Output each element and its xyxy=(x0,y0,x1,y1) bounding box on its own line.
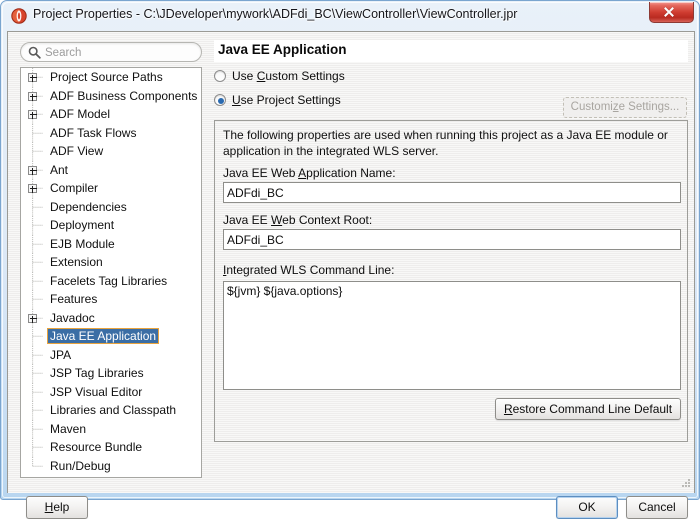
sidebar-item-label: Ant xyxy=(50,162,69,177)
tree-guide-lines xyxy=(32,253,43,272)
sidebar-item-compiler[interactable]: Compiler xyxy=(21,179,201,198)
search-input[interactable] xyxy=(45,44,195,61)
radio-label: Use Project Settings xyxy=(232,93,341,107)
tree-guide-lines xyxy=(32,364,43,383)
sidebar-item-extension[interactable]: Extension xyxy=(21,253,201,272)
sidebar-item-label: ADF Model xyxy=(50,107,111,121)
sidebar-item-resource-bundle[interactable]: Resource Bundle xyxy=(21,438,201,457)
settings-detail-panel: Java EE Application Use Custom Settings … xyxy=(208,40,690,478)
sidebar-item-libraries-and-classpath[interactable]: Libraries and Classpath xyxy=(21,401,201,420)
page-title: Java EE Application xyxy=(218,42,347,57)
sidebar-item-label: ADF Task Flows xyxy=(50,125,137,140)
sidebar-item-label: Dependencies xyxy=(50,199,127,214)
sidebar-item-label: Javadoc xyxy=(50,310,95,325)
sidebar-item-run-debug[interactable]: Run/Debug xyxy=(21,456,201,476)
sidebar-item-adf-model[interactable]: ADF Model xyxy=(21,105,201,124)
sidebar-item-label: Resource Bundle xyxy=(50,440,143,454)
tree-guide-lines xyxy=(32,327,43,346)
tree-guide-lines xyxy=(32,290,43,309)
sidebar-item-adf-task-flows[interactable]: ADF Task Flows xyxy=(21,123,201,142)
sidebar-item-dependencies[interactable]: Dependencies xyxy=(21,197,201,216)
tree-guide-lines xyxy=(32,216,43,235)
sidebar-item-facelets-tag-libraries[interactable]: Facelets Tag Libraries xyxy=(21,271,201,290)
sidebar-item-label: Compiler xyxy=(50,181,99,195)
settings-category-tree[interactable]: Project Source Paths ADF Business Compone… xyxy=(20,67,202,478)
tree-guide-lines xyxy=(32,345,43,364)
sidebar-item-label: Deployment xyxy=(50,218,115,232)
sidebar-item-adf-view[interactable]: ADF View xyxy=(21,142,201,161)
expand-plus-icon[interactable] xyxy=(28,184,37,193)
expand-plus-icon[interactable] xyxy=(28,91,37,101)
sidebar-item-label: EJB Module xyxy=(50,236,115,251)
web-context-root-label: Java EE Web Context Root: xyxy=(223,213,373,227)
search-box[interactable] xyxy=(20,42,202,62)
sidebar-item-jsp-tag-libraries[interactable]: JSP Tag Libraries xyxy=(21,364,201,383)
tree-guide-lines xyxy=(32,234,43,253)
window-frame: Project Properties - C:\JDeveloper\mywor… xyxy=(0,0,700,519)
tree-guide-lines xyxy=(32,123,43,142)
sidebar-item-ejb-module[interactable]: EJB Module xyxy=(21,234,201,253)
sidebar-item-ant[interactable]: Ant xyxy=(21,160,201,179)
sidebar-item-jsp-visual-editor[interactable]: JSP Visual Editor xyxy=(21,382,201,401)
command-line-textarea[interactable] xyxy=(223,281,681,390)
sidebar-item-label: Java EE Application xyxy=(46,328,160,344)
sidebar-item-label: Maven xyxy=(50,421,87,436)
tree-guide-lines xyxy=(32,419,43,438)
sidebar-item-label: ADF View xyxy=(50,144,104,158)
radio-indicator xyxy=(214,94,226,106)
title-bar[interactable]: Project Properties - C:\JDeveloper\mywor… xyxy=(1,1,700,31)
expand-plus-icon[interactable] xyxy=(28,110,37,119)
sidebar-item-label: Run/Debug xyxy=(50,458,111,473)
resize-grip-icon[interactable] xyxy=(679,478,691,490)
tree-guide-lines xyxy=(32,401,43,420)
customize-settings-button[interactable]: Customize Settings... xyxy=(563,97,687,118)
ok-button[interactable]: OK xyxy=(556,496,618,519)
sidebar-item-jpa[interactable]: JPA xyxy=(21,345,201,364)
web-application-name-label: Java EE Web Application Name: xyxy=(223,166,396,180)
panel-header: Java EE Application xyxy=(214,40,688,62)
java-ee-properties-group: The following properties are used when r… xyxy=(214,120,688,442)
command-line-label: Integrated WLS Command Line: xyxy=(223,263,395,277)
expand-plus-icon[interactable] xyxy=(28,165,37,175)
window-title: Project Properties - C:\JDeveloper\mywor… xyxy=(33,7,518,21)
sidebar-item-label: JSP Visual Editor xyxy=(50,384,143,399)
tree-guide-lines xyxy=(32,142,43,161)
help-button[interactable]: Help xyxy=(26,496,88,519)
sidebar-item-features[interactable]: Features xyxy=(21,290,201,309)
expand-plus-icon[interactable] xyxy=(28,73,37,82)
expand-plus-icon[interactable] xyxy=(28,313,37,323)
dialog-client-area: Project Source Paths ADF Business Compone… xyxy=(7,31,695,519)
sidebar-item-label: Features xyxy=(50,292,98,306)
cancel-button[interactable]: Cancel xyxy=(626,496,688,519)
sidebar-item-adf-business-components[interactable]: ADF Business Components xyxy=(21,86,201,105)
sidebar-item-java-ee-application[interactable]: Java EE Application xyxy=(21,327,201,346)
sidebar-item-label: Extension xyxy=(50,255,103,269)
tree-guide-lines xyxy=(32,197,43,216)
tree-guide-lines xyxy=(32,382,43,401)
sidebar-item-maven[interactable]: Maven xyxy=(21,419,201,438)
restore-command-line-default-button[interactable]: Restore Command Line Default xyxy=(495,398,681,420)
jdeveloper-logo-icon xyxy=(11,8,27,24)
sidebar-item-label: ADF Business Components xyxy=(50,88,198,103)
tree-guide-lines xyxy=(32,438,43,457)
close-icon[interactable] xyxy=(649,2,694,23)
tree-guide-lines xyxy=(32,456,43,467)
radio-indicator xyxy=(214,70,226,82)
group-description: The following properties are used when r… xyxy=(223,128,668,158)
tree-guide-lines xyxy=(32,271,43,290)
sidebar-item-label: Facelets Tag Libraries xyxy=(50,273,168,288)
sidebar-item-label: Libraries and Classpath xyxy=(50,403,177,417)
radio-label: Use Custom Settings xyxy=(232,69,345,83)
sidebar-item-deployment[interactable]: Deployment xyxy=(21,216,201,235)
web-application-name-input[interactable] xyxy=(223,182,681,203)
sidebar-item-label: Project Source Paths xyxy=(50,70,163,84)
sidebar-item-label: JPA xyxy=(50,347,72,362)
sidebar-item-label: JSP Tag Libraries xyxy=(50,366,144,380)
sidebar-item-javadoc[interactable]: Javadoc xyxy=(21,308,201,327)
search-icon xyxy=(28,46,41,59)
sidebar-item-project-source-paths[interactable]: Project Source Paths xyxy=(21,68,201,87)
web-context-root-input[interactable] xyxy=(223,229,681,250)
